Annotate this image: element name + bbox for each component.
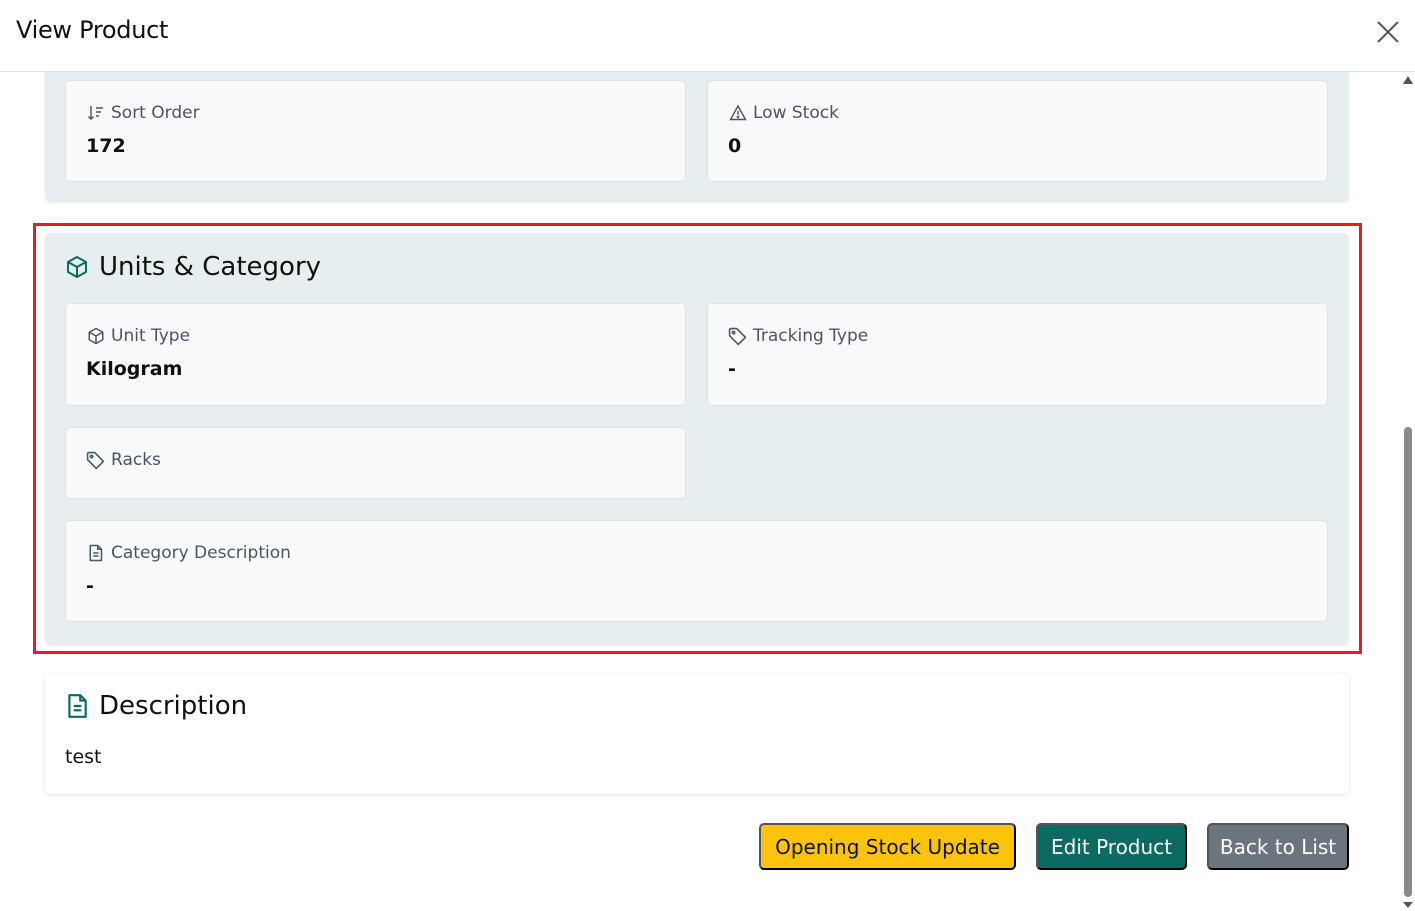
sort-icon xyxy=(86,104,105,123)
tag-icon xyxy=(86,451,105,470)
category-description-value: - xyxy=(86,575,94,597)
box-icon xyxy=(86,327,105,346)
scroll-up-icon[interactable] xyxy=(1403,76,1413,84)
tracking-type-label: Tracking Type xyxy=(753,326,869,346)
low-stock-value: 0 xyxy=(728,135,742,157)
modal-header: View Product xyxy=(0,0,1415,72)
category-description-card: Category Description - xyxy=(65,520,1328,622)
units-category-title: Units & Category xyxy=(99,252,322,282)
description-section: Description test xyxy=(45,673,1349,794)
racks-card: Racks xyxy=(65,427,686,499)
scrollbar[interactable] xyxy=(1400,72,1415,911)
document-icon xyxy=(65,693,89,719)
racks-label: Racks xyxy=(111,450,161,470)
tracking-type-value: - xyxy=(728,358,736,380)
category-description-label: Category Description xyxy=(111,543,291,563)
description-title: Description xyxy=(99,691,248,721)
unit-type-value: Kilogram xyxy=(86,358,183,380)
tag-icon xyxy=(728,327,747,346)
units-category-heading: Units & Category xyxy=(65,252,321,282)
tracking-type-card: Tracking Type - xyxy=(707,303,1328,406)
warning-icon xyxy=(728,104,747,123)
stock-info-section: Sort Order 172 Low Stock 0 xyxy=(45,72,1349,202)
description-text: test xyxy=(65,746,102,768)
close-button[interactable] xyxy=(1372,16,1404,48)
unit-type-card: Unit Type Kilogram xyxy=(65,303,686,406)
opening-stock-update-button[interactable]: Opening Stock Update xyxy=(759,823,1016,870)
description-heading: Description xyxy=(65,691,247,721)
modal-title: View Product xyxy=(16,16,169,44)
close-icon xyxy=(1377,21,1399,43)
scroll-down-icon[interactable] xyxy=(1403,902,1413,908)
sort-order-label: Sort Order xyxy=(111,103,200,123)
sort-order-value: 172 xyxy=(86,135,126,157)
scrollbar-thumb[interactable] xyxy=(1404,427,1412,897)
low-stock-card: Low Stock 0 xyxy=(707,80,1328,182)
unit-type-label: Unit Type xyxy=(111,326,191,346)
low-stock-label: Low Stock xyxy=(753,103,839,123)
back-to-list-button[interactable]: Back to List xyxy=(1207,823,1349,870)
modal-body[interactable]: Sort Order 172 Low Stock 0 Units & Categ… xyxy=(0,72,1400,911)
units-category-section: Units & Category Unit Type Kilogram Trac… xyxy=(45,233,1349,645)
edit-product-button[interactable]: Edit Product xyxy=(1036,823,1187,870)
sort-order-card: Sort Order 172 xyxy=(65,80,686,182)
document-icon xyxy=(86,544,105,563)
box-icon xyxy=(65,255,89,279)
